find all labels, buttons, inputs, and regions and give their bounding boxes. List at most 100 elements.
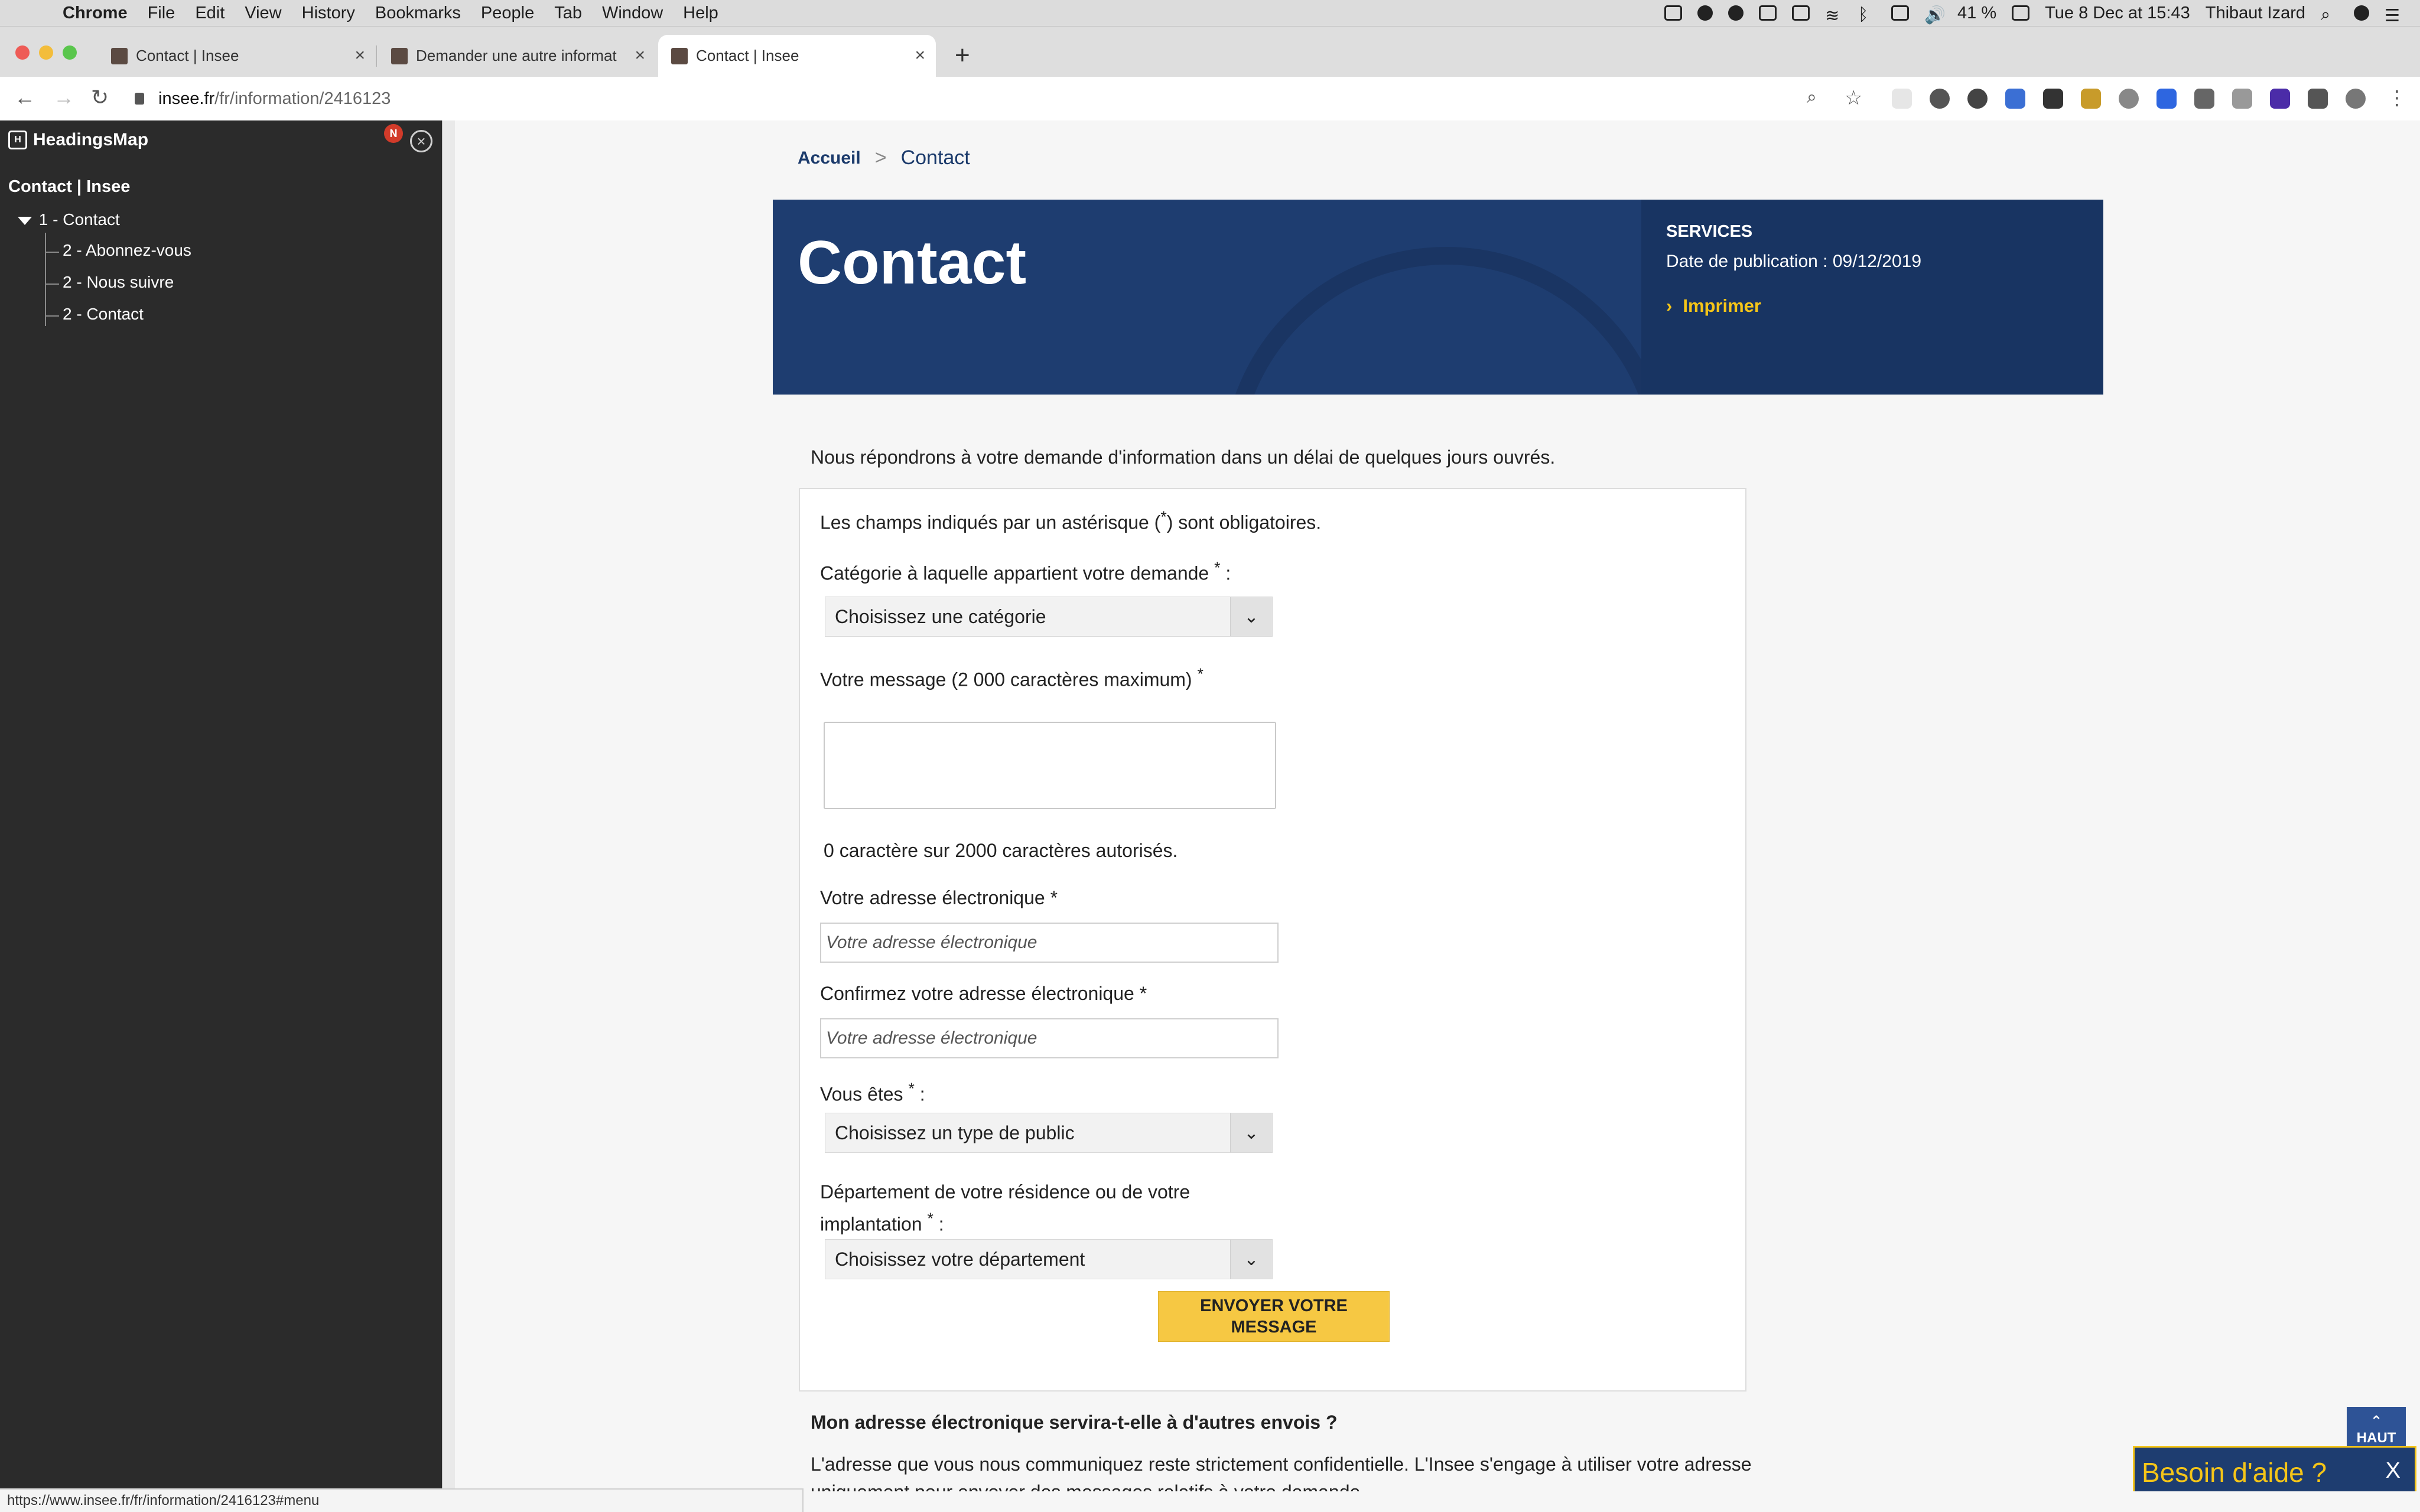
help-widget[interactable]: Besoin d'aide ? X (2133, 1446, 2416, 1491)
department-select[interactable]: Choisissez votre département ⌄ (825, 1239, 1273, 1279)
extension-icon[interactable] (2119, 89, 2139, 109)
notification-badge[interactable]: N (384, 124, 403, 143)
battery-icon[interactable] (2012, 5, 2030, 21)
creative-cloud-icon[interactable] (1697, 5, 1713, 21)
wordpress-icon[interactable] (1967, 89, 1988, 109)
extension-icon[interactable] (2270, 89, 2290, 109)
forward-arrow-icon[interactable]: → (53, 85, 74, 110)
expand-caret-icon[interactable] (18, 217, 32, 225)
window-zoom-button[interactable] (63, 45, 77, 60)
help-close-button[interactable]: X (2386, 1458, 2401, 1484)
public-type-select[interactable]: Choisissez un type de public ⌄ (825, 1113, 1273, 1153)
camera-icon[interactable] (1664, 5, 1683, 21)
wifi-icon[interactable]: ≋ (1825, 5, 1843, 25)
tab-strip: Contact | Insee × Demander une autre inf… (0, 27, 2420, 77)
department-label-line2: implantation * : (820, 1210, 944, 1235)
chevron-down-icon[interactable]: ⌄ (1230, 597, 1272, 636)
headingsmap-extension-icon[interactable] (2043, 89, 2063, 109)
bookmark-star-icon[interactable]: ☆ (1845, 86, 1862, 110)
category-label: Catégorie à laquelle appartient votre de… (820, 559, 1231, 584)
tab-close-icon[interactable]: × (354, 45, 365, 66)
category-label-text: Catégorie à laquelle appartient votre de… (820, 562, 1209, 584)
extension-icon[interactable] (1892, 89, 1912, 109)
eyedropper-icon[interactable] (2194, 89, 2214, 109)
address-bar[interactable]: insee.fr /fr/information/2416123 (135, 84, 1848, 113)
confirm-email-field[interactable]: Votre adresse électronique (820, 1018, 1279, 1058)
chevron-down-icon[interactable]: ⌄ (1230, 1113, 1272, 1152)
heading-h2-contact[interactable]: 2 - Contact (46, 305, 144, 324)
heading-h1-contact[interactable]: 1 - Contact (18, 210, 120, 229)
menu-file[interactable]: File (148, 4, 175, 23)
sidebar-resize-handle[interactable] (442, 120, 456, 1491)
sidebar-close-icon[interactable]: × (410, 130, 432, 152)
menu-history[interactable]: History (302, 4, 355, 23)
message-textarea[interactable] (824, 722, 1276, 809)
heading-h2-abonnez-vous[interactable]: 2 - Abonnez-vous (46, 241, 191, 260)
chevron-down-icon[interactable]: ⌄ (1230, 1240, 1272, 1279)
cloud-icon[interactable] (1728, 5, 1744, 21)
url-path: /fr/information/2416123 (214, 89, 391, 108)
siri-icon[interactable] (2354, 5, 2369, 21)
battery-percent[interactable]: 41 % (1957, 4, 1996, 23)
menubar-user[interactable]: Thibaut Izard (2206, 4, 2305, 23)
puzzle-icon[interactable] (2308, 89, 2328, 109)
print-link[interactable]: › Imprimer (1666, 295, 1761, 317)
hero-info-panel: SERVICES Date de publication : 09/12/201… (1641, 200, 2103, 395)
airplay-icon[interactable] (1792, 5, 1810, 21)
menu-window[interactable]: Window (602, 4, 663, 23)
tab-close-icon[interactable]: × (635, 45, 645, 66)
menu-bookmarks[interactable]: Bookmarks (375, 4, 461, 23)
new-tab-button[interactable]: + (955, 41, 970, 70)
menu-edit[interactable]: Edit (195, 4, 225, 23)
sidebar-header: H HeadingsMap (8, 130, 148, 150)
extension-icon[interactable] (2232, 89, 2252, 109)
breadcrumb-separator: > (874, 146, 887, 169)
sidebar-page-title: Contact | Insee (8, 177, 131, 196)
menu-tab[interactable]: Tab (554, 4, 582, 23)
back-arrow-icon[interactable]: ← (14, 85, 35, 110)
tab-demander-information[interactable]: Demander une autre informatic × (378, 35, 656, 77)
extension-icon[interactable] (1930, 89, 1950, 109)
layout-icon[interactable] (1759, 5, 1777, 21)
menubar-clock[interactable]: Tue 8 Dec at 15:43 (2045, 4, 2190, 23)
bluetooth-icon[interactable]: ᛒ (1858, 5, 1876, 24)
spotlight-search-icon[interactable]: ⌕ (2321, 5, 2338, 24)
help-label: Besoin d'aide ? (2142, 1457, 2327, 1488)
tab-title: Demander une autre informatic (416, 47, 617, 64)
extension-icon[interactable] (2005, 89, 2025, 109)
reload-icon[interactable]: ↻ (91, 85, 109, 110)
more-menu-icon[interactable]: ⋮ (2387, 86, 2407, 110)
menu-help[interactable]: Help (683, 4, 718, 23)
contact-form: Les champs indiqués par un astérisque (*… (799, 488, 1746, 1392)
public-label-text: Vous êtes (820, 1083, 903, 1105)
tab-contact-insee-active[interactable]: Contact | Insee × (658, 35, 936, 77)
window-minimize-button[interactable] (39, 45, 53, 60)
asterisk: * (1214, 559, 1221, 576)
tree-line (45, 233, 46, 326)
control-center-icon[interactable]: ☰ (2385, 5, 2402, 25)
volume-icon[interactable]: 🔊 (1924, 5, 1946, 25)
window-close-button[interactable] (15, 45, 30, 60)
hero-category: SERVICES (1666, 222, 1753, 241)
menu-people[interactable]: People (481, 4, 534, 23)
keyboard-icon[interactable] (1891, 5, 1910, 21)
email-field[interactable]: Votre adresse électronique (820, 923, 1279, 963)
lock-icon[interactable] (135, 93, 144, 105)
chevron-up-icon: ⌃ (2370, 1413, 2383, 1429)
profile-avatar[interactable] (2346, 89, 2366, 109)
heading-h2-nous-suivre[interactable]: 2 - Nous suivre (45, 273, 174, 292)
char-counter: 0 caractère sur 2000 caractères autorisé… (824, 840, 1178, 861)
extension-icon[interactable] (2081, 89, 2101, 109)
tab-contact-insee-1[interactable]: Contact | Insee × (98, 35, 377, 77)
asterisk: * (927, 1210, 933, 1227)
category-select[interactable]: Choisissez une catégorie ⌄ (825, 597, 1273, 637)
menu-app-chrome[interactable]: Chrome (63, 4, 128, 23)
breadcrumb-home-link[interactable]: Accueil (798, 148, 861, 168)
tab-close-icon[interactable]: × (915, 45, 925, 66)
chevron-right-icon: › (1666, 295, 1673, 316)
email-label: Votre adresse électronique * (820, 887, 1058, 908)
menu-view[interactable]: View (245, 4, 281, 23)
send-message-button[interactable]: ENVOYER VOTRE MESSAGE (1158, 1291, 1390, 1342)
zoom-icon[interactable]: ⌕ (1807, 87, 1817, 107)
extension-icon[interactable] (2156, 89, 2177, 109)
